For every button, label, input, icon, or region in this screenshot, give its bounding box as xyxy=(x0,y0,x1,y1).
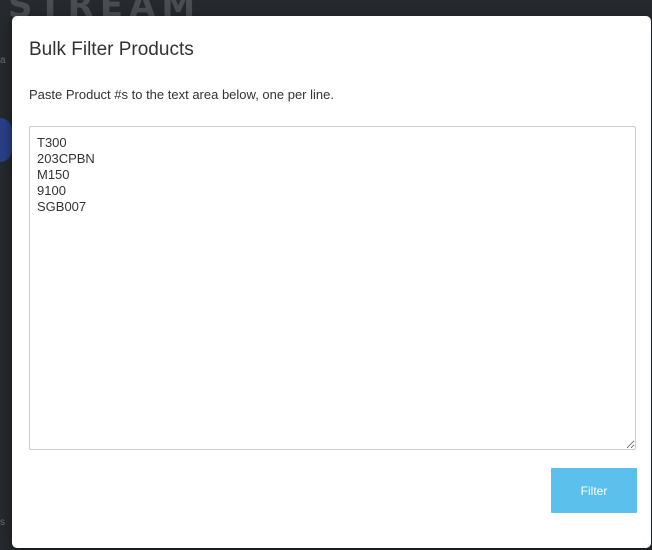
modal-title: Bulk Filter Products xyxy=(29,39,194,60)
background-edge-text: a xyxy=(0,55,6,66)
filter-button[interactable]: Filter xyxy=(551,468,637,513)
modal-instructions: Paste Product #s to the text area below,… xyxy=(29,87,334,102)
background-edge-text-bottom: s xyxy=(0,517,5,528)
bulk-filter-modal: Bulk Filter Products Paste Product #s to… xyxy=(12,16,651,548)
background-accent-shape xyxy=(0,118,12,162)
product-numbers-textarea[interactable] xyxy=(29,126,636,450)
